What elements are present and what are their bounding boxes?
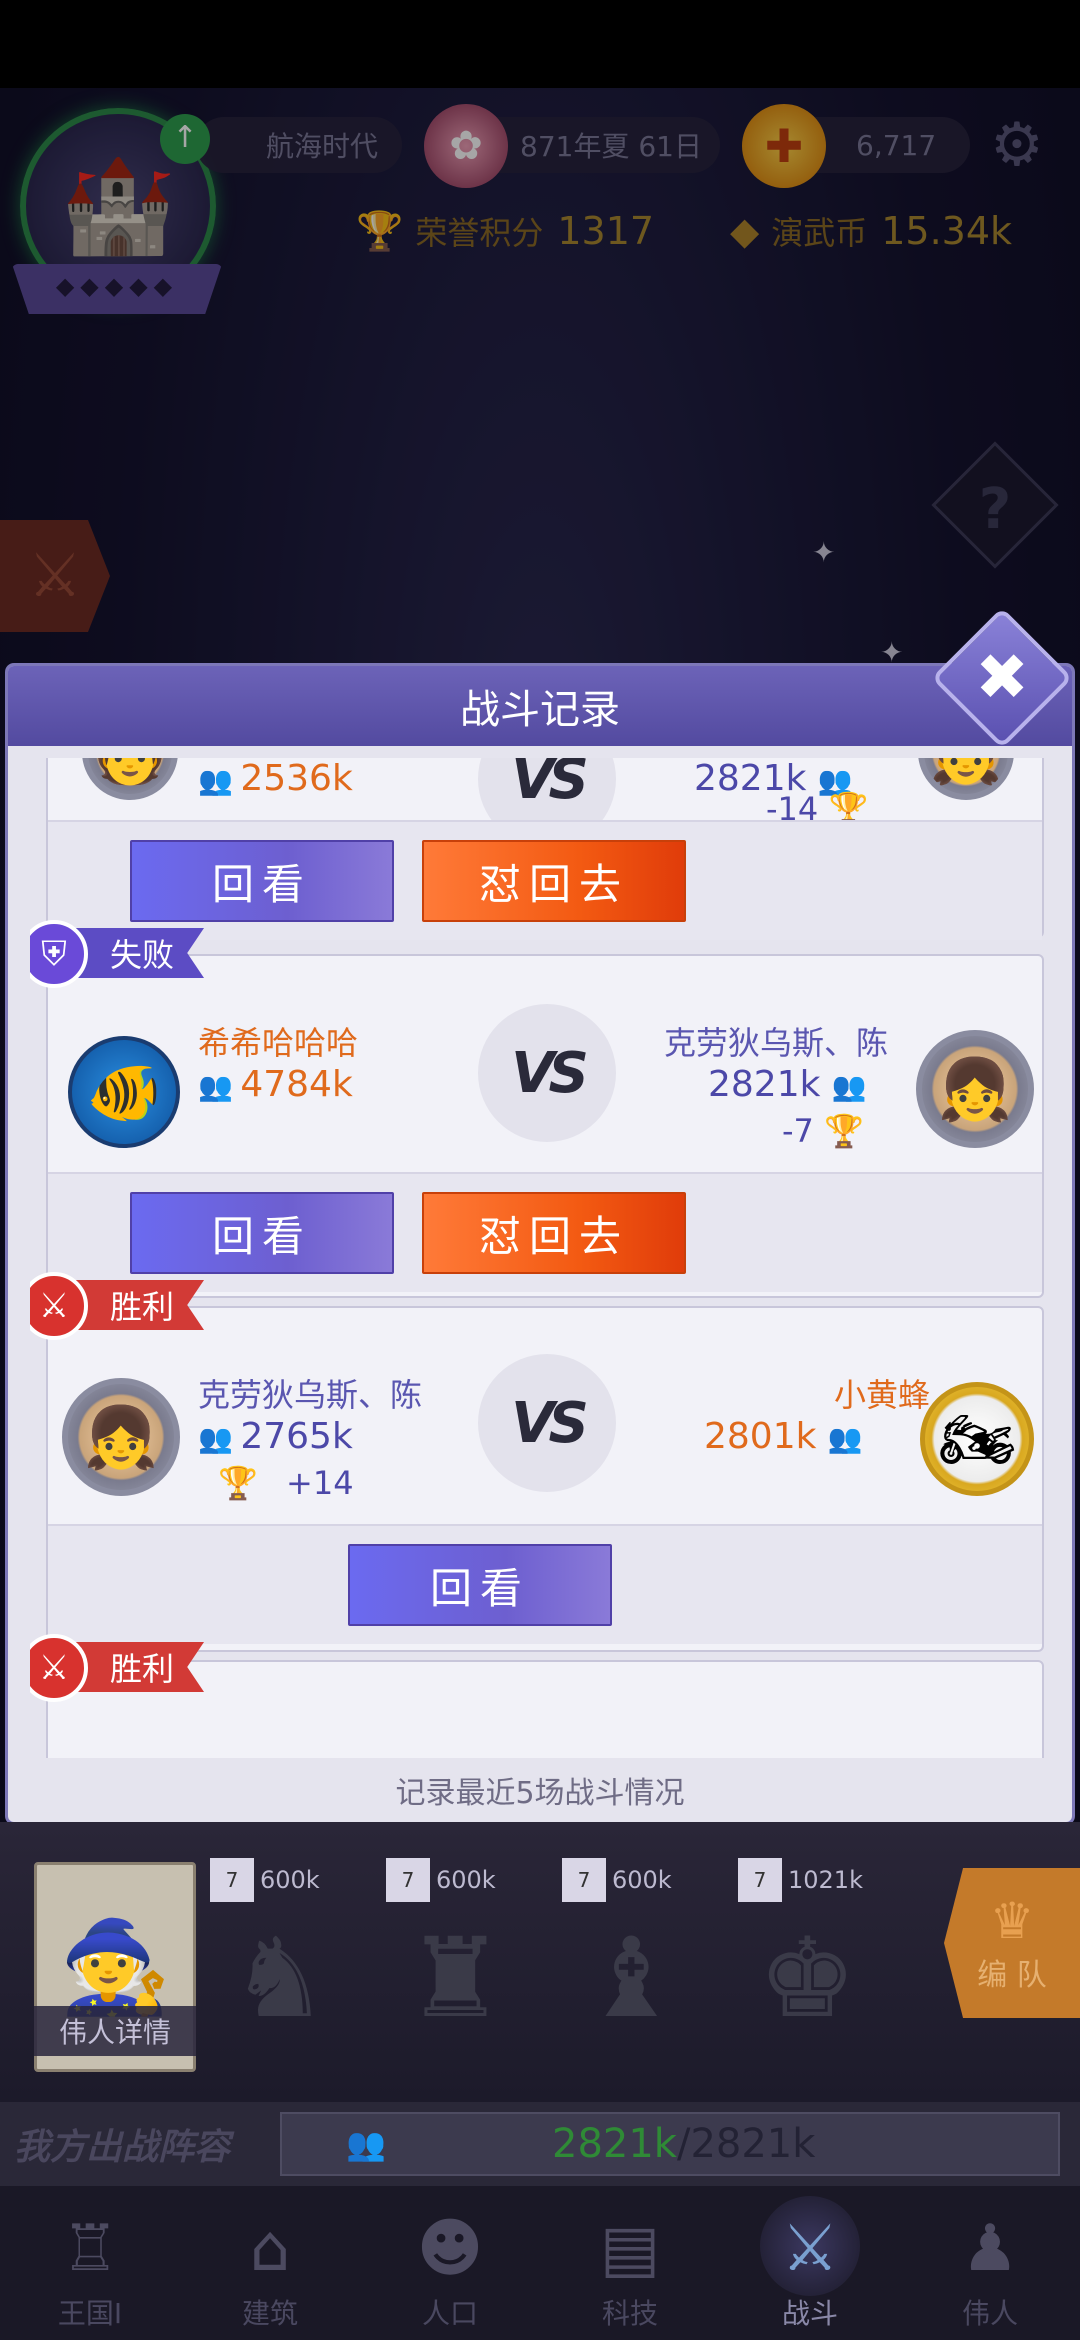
replay-button[interactable]: 回看 (130, 1192, 394, 1274)
replay-button[interactable]: 回看 (348, 1544, 612, 1626)
formation-panel: 🧙 伟人详情 7 600k ♞ 7 600k ♜ 7 600k ♝ 7 1021… (0, 1822, 1080, 2102)
left-power: 👥 2536k (198, 758, 353, 799)
status-bar (0, 0, 1080, 88)
close-button[interactable]: ✖ (931, 607, 1073, 749)
formation-button[interactable]: ♛ 编 队 (944, 1868, 1080, 2018)
nav-buildings[interactable]: ⌂ 建筑 (180, 2186, 360, 2340)
dialog-footer: 记录最近5场战斗情况 (395, 1776, 685, 1811)
nav-population[interactable]: ☻ 人口 (360, 2186, 540, 2340)
nav-kingdom[interactable]: ♖ 王国I (0, 2186, 180, 2340)
viking-icon: ♝ (582, 1914, 681, 2042)
vs-emblem: VS (478, 1004, 616, 1142)
lineup-label: 我方出战阵容 (14, 2127, 231, 2168)
right-score: -7 🏆 (782, 1112, 864, 1150)
swords-icon: ⚔ (781, 2212, 839, 2286)
dialog-title: 战斗记录 (460, 687, 620, 733)
battle-record-card (46, 1660, 1044, 1758)
left-score: 🏆 +14 (218, 1464, 354, 1502)
unit-power: 600k (260, 1866, 320, 1894)
unit-flag: 7 600k (386, 1858, 496, 1902)
left-power: 👥 4784k (198, 1064, 353, 1105)
people-icon: 👥 (198, 1070, 233, 1103)
right-player-name: 克劳狄乌斯、陈 (664, 1024, 889, 1062)
bottom-nav: ♖ 王国I ⌂ 建筑 ☻ 人口 ▤ 科技 ⚔ 战斗 ♟ 伟人 (0, 2186, 1080, 2340)
unit-level: 7 (386, 1858, 430, 1902)
player-avatar[interactable]: 🧑 (82, 758, 178, 800)
close-icon: ✖ (975, 641, 1029, 715)
house-icon: ⌂ (249, 2212, 291, 2286)
right-power: 2821k 👥 (708, 1064, 867, 1105)
unit-slot[interactable]: 7 600k ♜ (386, 1858, 546, 2088)
unit-power: 1021k (788, 1866, 863, 1894)
lineup-power-box: 👥 2821k/2821k (280, 2112, 1060, 2176)
battle-record-card: 🐠 希希哈哈哈 👥 4784k VS 克劳狄乌斯、陈 2821k 👥 -7 🏆 … (46, 954, 1044, 1298)
left-player-name: 克劳狄乌斯、陈 (198, 1376, 423, 1414)
unit-slot[interactable]: 7 600k ♝ (562, 1858, 722, 2088)
person-icon: ☻ (416, 2212, 484, 2286)
revenge-button[interactable]: 怼回去 (422, 840, 686, 922)
musketeer-icon: ♜ (406, 1914, 505, 2042)
book-icon: ▤ (599, 2212, 661, 2286)
nav-tech[interactable]: ▤ 科技 (540, 2186, 720, 2340)
people-icon: 👥 (831, 1070, 867, 1103)
armored-knight-icon: ♚ (758, 1914, 857, 2042)
people-icon: 👥 (198, 764, 233, 797)
revenge-button[interactable]: 怼回去 (422, 1192, 686, 1274)
opponent-avatar[interactable]: 🏍 (920, 1382, 1034, 1496)
vs-emblem: VS (478, 1354, 616, 1492)
trophy-icon: 🏆 (218, 1464, 258, 1502)
left-player-name: 希希哈哈哈 (198, 1024, 359, 1062)
unit-flag: 7 600k (210, 1858, 320, 1902)
replay-button[interactable]: 回看 (130, 840, 394, 922)
trophy-icon: 🏆 (824, 1112, 864, 1150)
right-power: 2801k 👥 (704, 1416, 863, 1457)
card-button-row: 回看 怼回去 (48, 1172, 1042, 1292)
hero-detail-button[interactable]: 伟人详情 (34, 2006, 196, 2056)
people-icon: 👥 (827, 1422, 863, 1455)
hero-icon: ♟ (961, 2212, 1019, 2286)
nav-heroes[interactable]: ♟ 伟人 (900, 2186, 1080, 2340)
crown-icon: ♛ (989, 1892, 1035, 1950)
formation-button-label: 编 队 (977, 1958, 1047, 1993)
opponent-avatar[interactable]: 👧 (916, 1030, 1034, 1148)
lineup-power: 2821k/2821k (552, 2121, 816, 2167)
people-icon: 👥 (346, 2125, 386, 2163)
unit-level: 7 (738, 1858, 782, 1902)
player-avatar[interactable]: 👧 (62, 1378, 180, 1496)
opponent-avatar[interactable]: 👧 (918, 758, 1014, 800)
people-icon: 👥 (198, 1422, 233, 1455)
right-player-name: 小黄蜂 (834, 1376, 931, 1414)
unit-power: 600k (612, 1866, 672, 1894)
unit-flag: 7 600k (562, 1858, 672, 1902)
lineup-bar: 我方出战阵容 👥 2821k/2821k (0, 2102, 1080, 2186)
unit-power: 600k (436, 1866, 496, 1894)
unit-flag: 7 1021k (738, 1858, 863, 1902)
dialog-header: 战斗记录 (8, 666, 1072, 746)
card-button-row: 回看 (48, 1524, 1042, 1644)
unit-slot[interactable]: 7 1021k ♚ (738, 1858, 898, 2088)
knight-icon: ♞ (230, 1914, 329, 2042)
player-avatar[interactable]: 🐠 (68, 1036, 180, 1148)
nav-battle[interactable]: ⚔ 战斗 (720, 2186, 900, 2340)
battle-record-dialog: 战斗记录 🧑 👥 2536k VS 2821k 👥 -14 🏆 � (8, 666, 1072, 1822)
battle-record-card: 🧑 👥 2536k VS 2821k 👥 -14 🏆 👧 回看 怼回去 (46, 758, 1044, 940)
unit-level: 7 (210, 1858, 254, 1902)
castle-icon: ♖ (61, 2212, 119, 2286)
battle-record-list[interactable]: 🧑 👥 2536k VS 2821k 👥 -14 🏆 👧 回看 怼回去 (30, 758, 1050, 1758)
left-power: 👥 2765k (198, 1416, 353, 1457)
unit-slot[interactable]: 7 600k ♞ (210, 1858, 370, 2088)
unit-level: 7 (562, 1858, 606, 1902)
battle-record-card: 👧 克劳狄乌斯、陈 👥 2765k 🏆 +14 VS 小黄蜂 2801k 👥 🏍 (46, 1306, 1044, 1652)
card-button-row: 回看 怼回去 (48, 820, 1042, 940)
